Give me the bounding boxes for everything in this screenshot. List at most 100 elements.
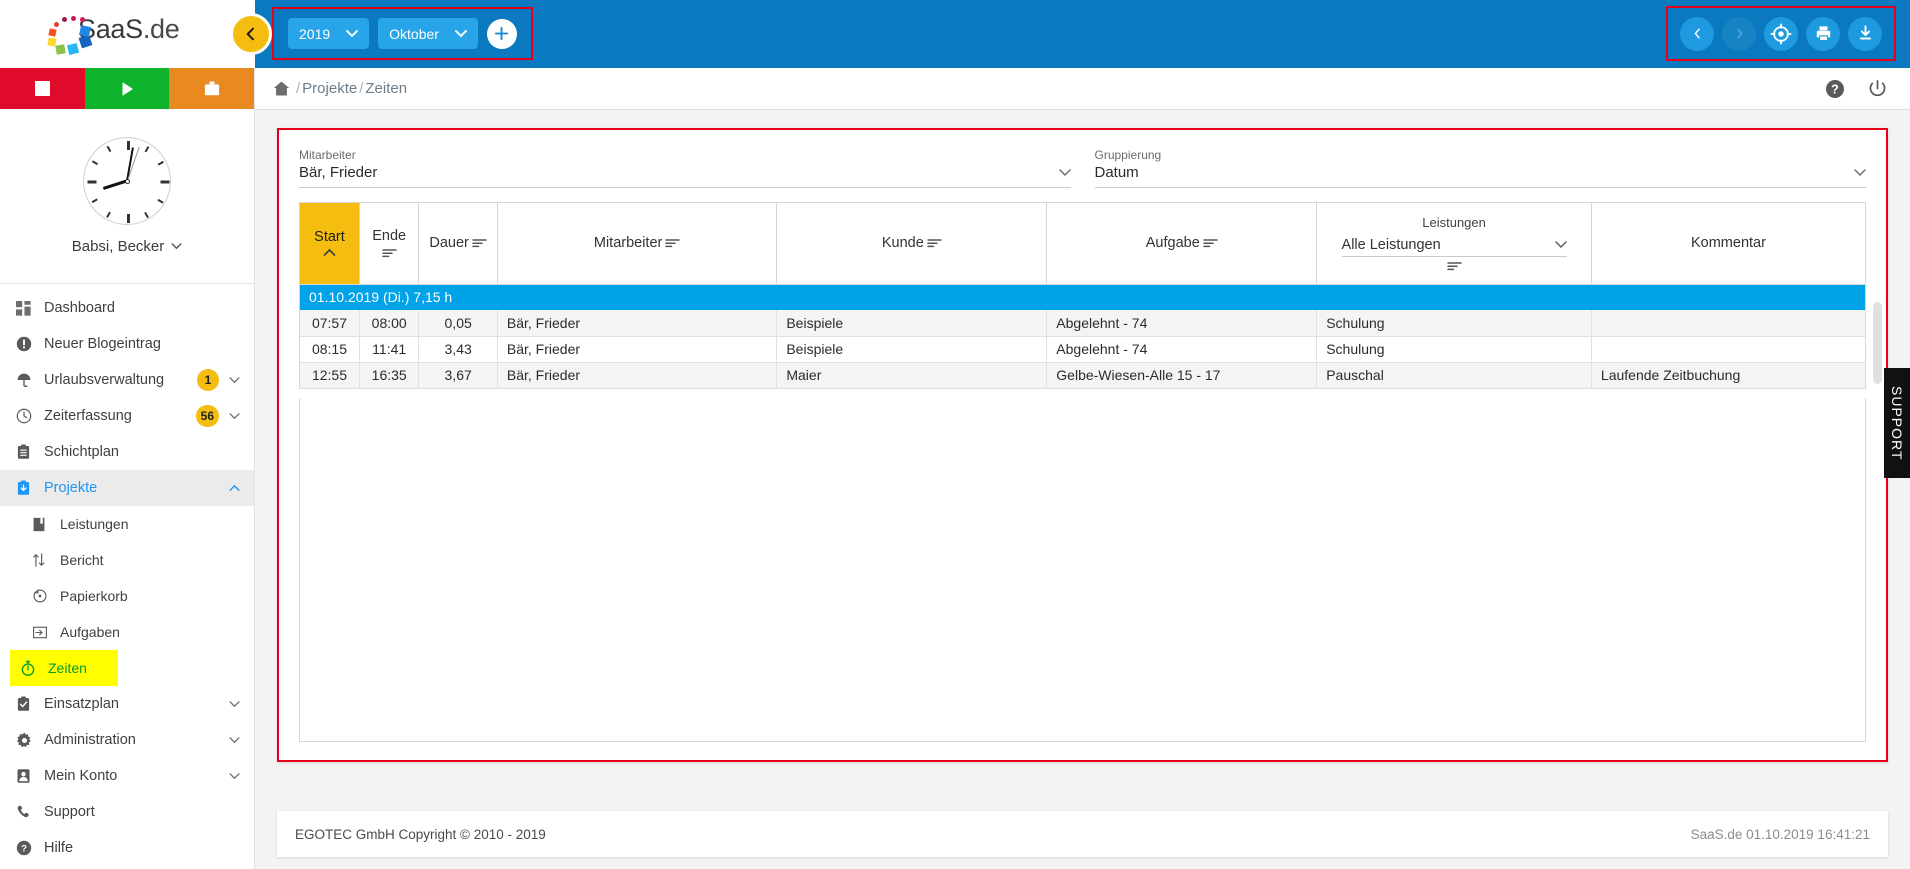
- help-icon[interactable]: ?: [1825, 79, 1845, 99]
- col-header-leistungen[interactable]: Leistungen Alle Leistungen: [1316, 203, 1592, 285]
- col-header-start[interactable]: Start: [300, 203, 360, 285]
- profile-name-label: Babsi, Becker: [71, 238, 165, 255]
- filter-icon[interactable]: [927, 238, 942, 248]
- app-logo[interactable]: SaaS.de: [47, 13, 180, 56]
- chevron-down-icon: [1554, 241, 1567, 249]
- stop-timer-button[interactable]: [0, 68, 85, 109]
- sidebar-item-projekte[interactable]: Projekte: [0, 470, 254, 506]
- chevron-down-icon: [171, 243, 182, 250]
- chevron-up-icon[interactable]: [229, 484, 240, 492]
- table-row[interactable]: 08:15 11:41 3,43 Bär, Frieder Beispiele …: [300, 336, 1865, 363]
- col-header-mitarbeiter[interactable]: Mitarbeiter: [497, 203, 778, 285]
- group-row[interactable]: 01.10.2019 (Di.) 7,15 h: [300, 284, 1865, 310]
- phone-icon: [16, 804, 44, 820]
- col-header-kommentar[interactable]: Kommentar: [1591, 203, 1865, 285]
- sidebar-item-mein-konto[interactable]: Mein Konto: [0, 758, 254, 794]
- table-row[interactable]: 07:57 08:00 0,05 Bär, Frieder Beispiele …: [300, 310, 1865, 337]
- breadcrumb-bar: / Projekte / Zeiten ?: [255, 68, 1910, 110]
- power-icon[interactable]: [1867, 78, 1888, 99]
- chevron-down-icon: [454, 29, 467, 37]
- col-header-dauer[interactable]: Dauer: [418, 203, 498, 285]
- support-tab-label: SUPPORT: [1889, 385, 1905, 461]
- vertical-scrollbar[interactable]: [1873, 302, 1882, 384]
- sidebar-item-support[interactable]: Support: [0, 794, 254, 830]
- table-row[interactable]: 12:55 16:35 3,67 Bär, Frieder Maier Gelb…: [300, 362, 1865, 389]
- briefcase-icon: [204, 81, 219, 95]
- sidebar-item-dashboard[interactable]: Dashboard: [0, 290, 254, 326]
- filter-icon[interactable]: [1203, 238, 1218, 248]
- chevron-down-icon[interactable]: [229, 412, 240, 420]
- start-timer-button[interactable]: [84, 68, 170, 109]
- svg-text:?: ?: [21, 844, 27, 855]
- col-header-kunde[interactable]: Kunde: [776, 203, 1048, 285]
- col-header-aufgabe[interactable]: Aufgabe: [1046, 203, 1318, 285]
- logo-tld: .de: [142, 13, 180, 44]
- col-header-ende[interactable]: Ende: [359, 203, 420, 285]
- briefcase-button[interactable]: [169, 68, 254, 109]
- locate-today-button[interactable]: [1764, 16, 1798, 51]
- grouping-select[interactable]: Datum: [1094, 164, 1866, 188]
- sidebar-item-neuer-blogeintrag[interactable]: Neuer Blogeintrag: [0, 326, 254, 362]
- sidebar-item-leistungen[interactable]: Leistungen: [0, 506, 254, 542]
- grouping-select-value: Datum: [1094, 164, 1139, 181]
- breadcrumb-item-zeiten[interactable]: Zeiten: [365, 80, 407, 97]
- quick-action-bar: [0, 68, 254, 109]
- cell-kunde: Beispiele: [776, 310, 1048, 337]
- col-label-leistungen: Leistungen: [1422, 215, 1486, 231]
- col-label-aufgabe: Aufgabe: [1145, 235, 1200, 252]
- download-button[interactable]: [1848, 16, 1882, 51]
- chevron-down-icon[interactable]: [229, 700, 240, 708]
- table-body: 01.10.2019 (Di.) 7,15 h 07:57 08:00 0,05…: [300, 284, 1865, 389]
- filter-icon[interactable]: [472, 238, 487, 248]
- print-button[interactable]: [1806, 16, 1840, 51]
- cell-leistungen: Schulung: [1316, 336, 1592, 363]
- breadcrumb: / Projekte / Zeiten: [273, 80, 407, 97]
- sidebar-item-label: Hilfe: [44, 840, 74, 856]
- content-area: Mitarbeiter Bär, Frieder Gruppierung Dat…: [255, 110, 1910, 811]
- sidebar-item-zeiterfassung[interactable]: Zeiterfassung 56: [0, 398, 254, 434]
- next-period-button[interactable]: [1722, 16, 1756, 51]
- book-icon: [32, 517, 60, 532]
- add-entry-button[interactable]: [486, 18, 517, 49]
- user-icon: [16, 768, 44, 784]
- prev-period-button[interactable]: [1680, 16, 1714, 51]
- breadcrumb-actions: ?: [1825, 78, 1888, 99]
- sidebar-item-einsatzplan[interactable]: Einsatzplan: [0, 686, 254, 722]
- sidebar-item-urlaubsverwaltung[interactable]: Urlaubsverwaltung 1: [0, 362, 254, 398]
- chevron-down-icon[interactable]: [229, 772, 240, 780]
- leistungen-select[interactable]: Alle Leistungen: [1341, 237, 1567, 258]
- leistungen-select-value: Alle Leistungen: [1341, 237, 1441, 254]
- sidebar-item-administration[interactable]: Administration: [0, 722, 254, 758]
- table-empty-area: [299, 398, 1866, 742]
- sidebar-item-hilfe[interactable]: ? Hilfe: [0, 830, 254, 866]
- play-icon: [122, 81, 133, 96]
- support-tab[interactable]: SUPPORT: [1884, 368, 1910, 478]
- year-dropdown[interactable]: 2019: [288, 18, 370, 49]
- sidebar-item-bericht[interactable]: Bericht: [0, 542, 254, 578]
- filter-icon[interactable]: [665, 238, 681, 248]
- filter-icon[interactable]: [1446, 261, 1462, 271]
- sidebar-item-label: Einsatzplan: [44, 696, 119, 712]
- cell-aufgabe: Abgelehnt - 74: [1046, 336, 1318, 363]
- chevron-left-icon: [246, 27, 254, 41]
- employee-filter-label: Mitarbeiter: [299, 148, 356, 162]
- group-row-label: 01.10.2019 (Di.) 7,15 h: [300, 284, 1865, 310]
- chevron-down-icon[interactable]: [229, 376, 240, 384]
- cell-start: 12:55: [300, 362, 360, 389]
- sidebar-item-zeiten[interactable]: Zeiten: [10, 650, 118, 686]
- sidebar-item-aufgaben[interactable]: Aufgaben: [0, 614, 254, 650]
- chevron-down-icon[interactable]: [229, 736, 240, 744]
- month-dropdown[interactable]: Oktober: [378, 18, 478, 49]
- breadcrumb-item-projekte[interactable]: Projekte: [302, 80, 357, 97]
- employee-select[interactable]: Bär, Frieder: [299, 164, 1071, 188]
- sidebar-item-schichtplan[interactable]: Schichtplan: [0, 434, 254, 470]
- sidebar-item-label: Leistungen: [60, 516, 129, 532]
- filter-icon[interactable]: [381, 248, 397, 258]
- sidebar-item-papierkorb[interactable]: Papierkorb: [0, 578, 254, 614]
- sidebar-item-label: Urlaubsverwaltung: [44, 372, 165, 388]
- col-label-dauer: Dauer: [429, 235, 469, 252]
- profile-menu-toggle[interactable]: Babsi, Becker: [72, 238, 183, 255]
- stopwatch-icon: [20, 660, 48, 677]
- sidebar-collapse-button[interactable]: [230, 13, 272, 55]
- home-icon[interactable]: [273, 80, 290, 97]
